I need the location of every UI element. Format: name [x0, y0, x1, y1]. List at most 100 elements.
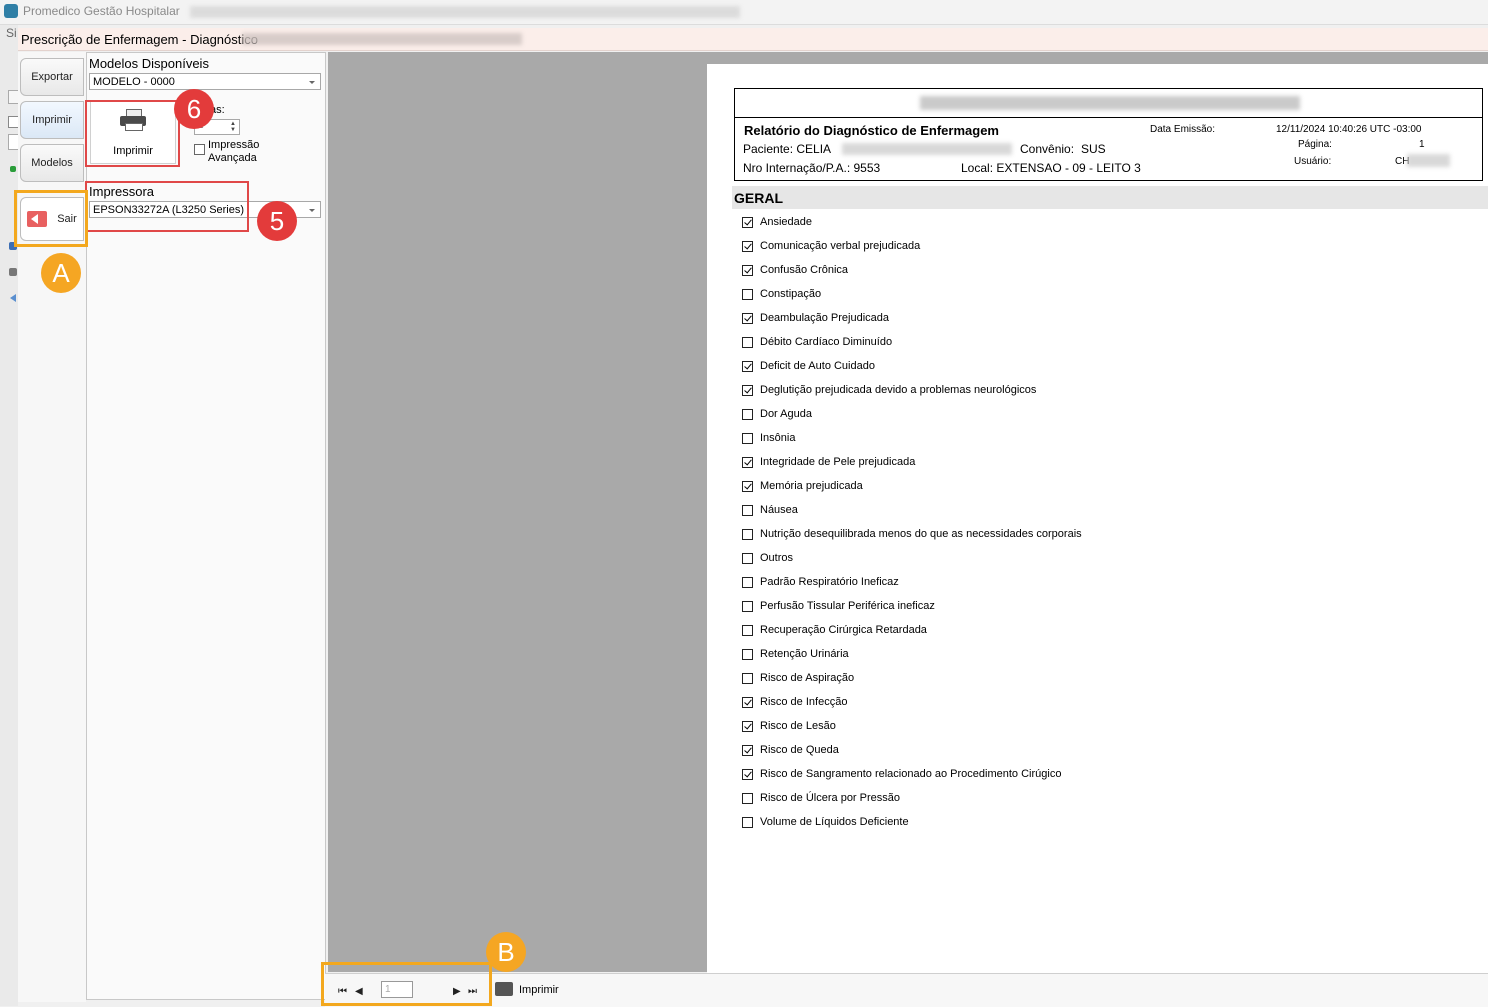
diagnosis-label: Risco de Sangramento relacionado ao Proc…: [760, 768, 1062, 780]
diagnosis-label: Constipação: [760, 288, 822, 300]
insurance-label: Convênio:: [1020, 142, 1075, 156]
spin-arrows-icon[interactable]: ▲ ▼: [230, 121, 236, 133]
diagnosis-item: Risco de Aspiração: [742, 671, 854, 685]
step-b-badge: B: [486, 932, 526, 972]
diagnosis-item: Outros: [742, 551, 793, 565]
models-label: Modelos Disponíveis: [89, 56, 209, 71]
patient-label: Paciente: CELIA: [743, 142, 832, 156]
diagnosis-label: Risco de Lesão: [760, 720, 836, 732]
diagnosis-label: Risco de Úlcera por Pressão: [760, 792, 901, 804]
advanced-print-label: Impressão Avançada: [208, 139, 260, 164]
diagnosis-item: Risco de Infecção: [742, 695, 847, 709]
footer-print-button[interactable]: Imprimir: [519, 984, 559, 996]
diagnosis-label: Insônia: [760, 432, 796, 444]
diagnosis-checkbox: [742, 816, 753, 828]
tab-imprimir[interactable]: Imprimir: [20, 101, 84, 139]
diagnosis-item: Perfusão Tissular Periférica ineficaz: [742, 599, 935, 613]
app-title: Promedico Gestão Hospitalar: [23, 4, 180, 18]
user-label: Usuário:: [1294, 156, 1332, 167]
diagnosis-label: Deambulação Prejudicada: [760, 312, 890, 324]
highlight-page-navigation: [321, 962, 492, 1006]
step-a-badge: A: [41, 253, 81, 293]
printer-small-icon: [9, 268, 17, 276]
diagnosis-label: Deglutição prejudicada devido a problema…: [760, 384, 1037, 396]
diagnosis-label: Padrão Respiratório Ineficaz: [760, 576, 899, 588]
diagnosis-checkbox: [742, 408, 753, 420]
diagnosis-checkbox: [742, 552, 753, 564]
advanced-print-checkbox[interactable]: [194, 144, 205, 155]
diagnosis-checkbox: [742, 624, 753, 636]
diagnosis-item: Náusea: [742, 503, 798, 517]
tab-imprimir-label: Imprimir: [32, 114, 72, 126]
diagnosis-checkbox: [742, 648, 753, 660]
diagnosis-label: Confusão Crônica: [760, 264, 849, 276]
diagnosis-label: Recuperação Cirúrgica Retardada: [760, 624, 927, 636]
highlight-exit-tab: [14, 190, 88, 247]
diagnosis-checkbox: [742, 792, 753, 804]
diagnosis-item: Nutrição desequilibrada menos do que as …: [742, 527, 1082, 541]
diagnosis-checkbox: [742, 600, 753, 612]
model-select-value: MODELO - 0000: [93, 76, 175, 88]
diagnosis-item: Risco de Sangramento relacionado ao Proc…: [742, 767, 1061, 781]
tab-exportar[interactable]: Exportar: [20, 58, 84, 96]
chevron-down-icon: [309, 81, 315, 84]
highlight-print-button: [85, 100, 180, 167]
diagnosis-item: Deglutição prejudicada devido a problema…: [742, 383, 1036, 397]
diagnosis-checkbox: [742, 240, 753, 252]
emission-value: 12/11/2024 10:40:26 UTC -03:00: [1276, 124, 1422, 135]
diagnosis-checkbox: [742, 672, 753, 684]
blurred-titlebar-text: [190, 6, 740, 18]
highlight-printer-select: [85, 181, 249, 232]
check-green-icon: [10, 166, 16, 172]
model-select[interactable]: MODELO - 0000: [89, 73, 321, 90]
diagnosis-label: Integridade de Pele prejudicada: [760, 456, 916, 468]
diagnosis-label: Débito Cardíaco Diminuído: [760, 336, 893, 348]
diagnosis-label: Náusea: [760, 504, 798, 516]
diagnosis-checkbox: [742, 744, 753, 756]
diagnosis-checkbox: [742, 456, 753, 468]
diagnosis-checkbox: [742, 576, 753, 588]
page-value: 1: [1419, 139, 1425, 150]
diagnosis-checkbox: [742, 720, 753, 732]
tab-exportar-label: Exportar: [31, 71, 73, 83]
diagnosis-item: Deficit de Auto Cuidado: [742, 359, 875, 373]
diagnosis-label: Dor Aguda: [760, 408, 812, 420]
report-title: Relatório do Diagnóstico de Enfermagem: [744, 123, 999, 138]
diagnosis-label: Ansiedade: [760, 216, 812, 228]
app-logo-icon: [4, 4, 18, 18]
step-6-badge: 6: [174, 89, 214, 129]
blurred-patient-name: [842, 143, 1012, 155]
diagnosis-label: Outros: [760, 552, 794, 564]
diagnosis-item: Deambulação Prejudicada: [742, 311, 889, 325]
diagnosis-checkbox: [742, 504, 753, 516]
page-label: Página:: [1298, 139, 1332, 150]
diagnosis-item: Integridade de Pele prejudicada: [742, 455, 915, 469]
diagnosis-item: Risco de Queda: [742, 743, 839, 757]
diagnosis-checkbox: [742, 312, 753, 324]
diagnosis-item: Comunicação verbal prejudicada: [742, 239, 920, 253]
emission-label: Data Emissão:: [1150, 124, 1216, 135]
arrow-left-icon: [10, 294, 16, 302]
diagnosis-label: Comunicação verbal prejudicada: [760, 240, 921, 252]
diagnosis-label: Volume de Líquidos Deficiente: [760, 816, 909, 828]
printer-icon[interactable]: [495, 982, 513, 996]
app-menu-partial[interactable]: Si: [6, 26, 17, 40]
diagnosis-item: Volume de Líquidos Deficiente: [742, 815, 909, 829]
report-header-divider: [734, 117, 1483, 118]
tab-modelos[interactable]: Modelos: [20, 144, 84, 182]
diagnosis-checkbox: [742, 696, 753, 708]
diagnosis-item: Confusão Crônica: [742, 263, 848, 277]
dialog-title: Prescrição de Enfermagem - Diagnóstico: [21, 32, 258, 47]
diagnosis-label: Perfusão Tissular Periférica ineficaz: [760, 600, 935, 612]
diagnosis-label: Risco de Aspiração: [760, 672, 855, 684]
tab-modelos-label: Modelos: [31, 157, 73, 169]
step-5-badge: 5: [257, 201, 297, 241]
blurred-user-name: [1407, 154, 1450, 167]
blurred-hospital-name: [920, 96, 1300, 110]
diagnosis-item: Débito Cardíaco Diminuído: [742, 335, 892, 349]
diagnosis-item: Dor Aguda: [742, 407, 812, 421]
diagnosis-checkbox: [742, 360, 753, 372]
chevron-down-icon: [309, 209, 315, 212]
diagnosis-checkbox: [742, 768, 753, 780]
section-bar: [732, 186, 1488, 209]
